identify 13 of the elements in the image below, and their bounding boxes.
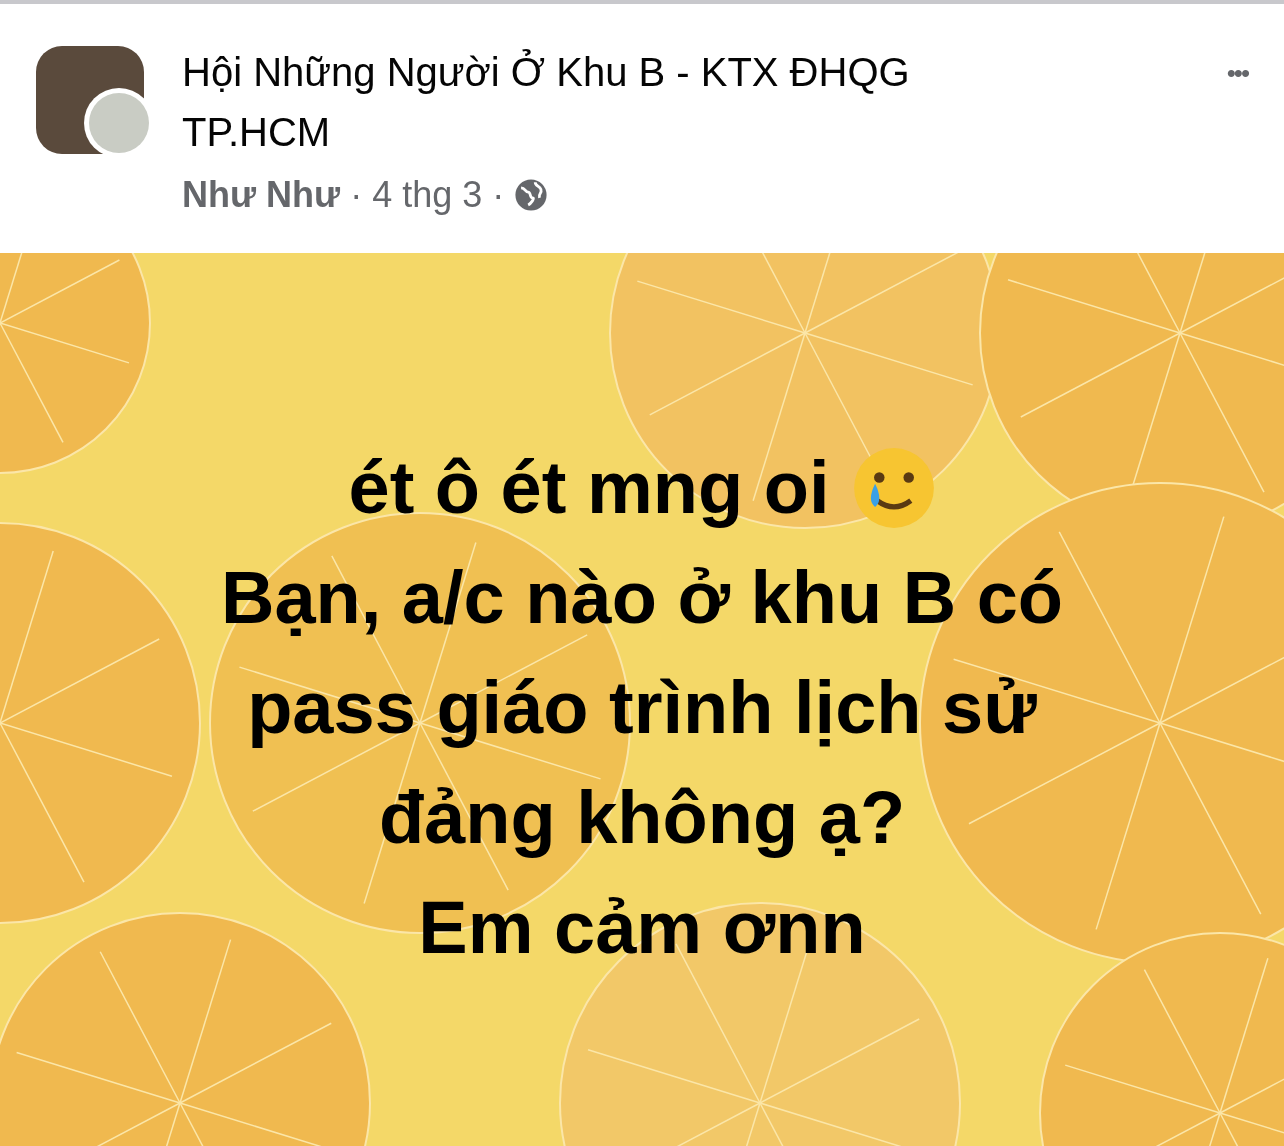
- author-name[interactable]: Như Như: [182, 168, 341, 222]
- globe-icon: [514, 178, 549, 212]
- post-text: pass giáo trình lịch sử: [247, 665, 1037, 751]
- more-options-button[interactable]: •••: [1226, 54, 1248, 93]
- post-time[interactable]: 4 thg 3: [372, 168, 483, 222]
- separator: ·: [350, 173, 363, 217]
- post-text: đảng không ạ?: [378, 775, 906, 861]
- post-text: ét ô ét mng oi: [348, 445, 830, 531]
- post-text: Em cảm ơnn: [418, 885, 866, 971]
- post-text: Bạn, a/c nào ở khu B có: [220, 555, 1064, 641]
- separator: ·: [492, 173, 505, 217]
- group-name[interactable]: Hội Những Người Ở Khu B - KTX ĐHQG TP.HCM: [182, 42, 1042, 162]
- emoji-icon: [851, 446, 936, 530]
